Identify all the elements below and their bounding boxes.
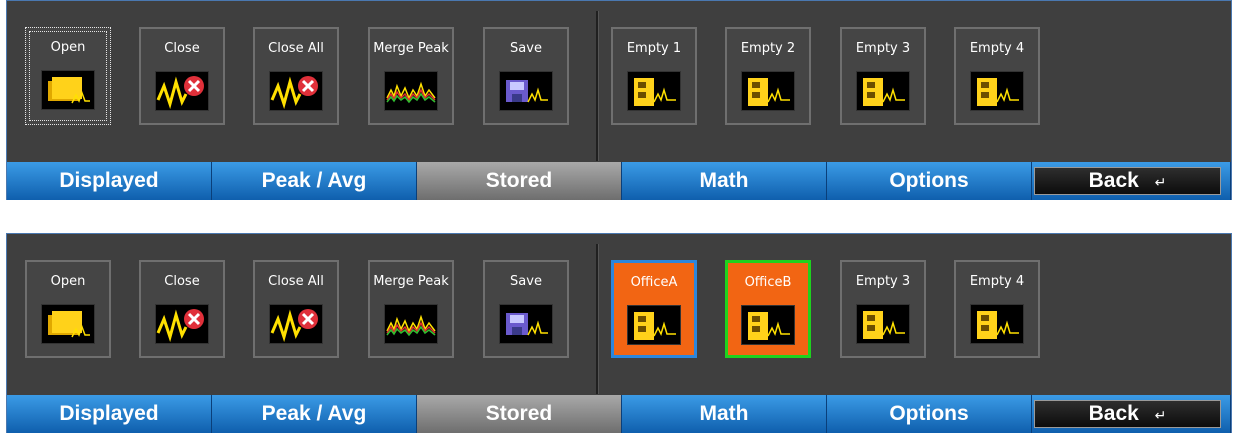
tab-displayed[interactable]: Displayed bbox=[7, 395, 212, 433]
bottom-tab-bar: Displayed Peak / Avg Stored Math Options… bbox=[7, 395, 1231, 433]
close-button[interactable]: Close bbox=[139, 260, 225, 358]
button-label: OfficeB bbox=[744, 275, 792, 290]
tab-options[interactable]: Options bbox=[827, 162, 1032, 200]
save-button[interactable]: Save bbox=[483, 260, 569, 358]
open-folder-icon bbox=[41, 70, 95, 110]
stored-panel-1: Open Close Close All Merge Peak Save Emp… bbox=[6, 0, 1232, 200]
button-label: Merge Peak bbox=[373, 274, 449, 289]
button-label: Save bbox=[510, 274, 542, 289]
tab-peak-avg[interactable]: Peak / Avg bbox=[212, 395, 417, 433]
storage-cabinet-icon bbox=[627, 71, 681, 111]
button-label: Empty 3 bbox=[855, 274, 911, 289]
tab-displayed[interactable]: Displayed bbox=[7, 162, 212, 200]
save-disk-icon bbox=[499, 304, 553, 344]
tab-peak-avg[interactable]: Peak / Avg bbox=[212, 162, 417, 200]
tab-stored[interactable]: Stored bbox=[417, 162, 622, 200]
close-trace-icon bbox=[155, 71, 209, 111]
button-label: Save bbox=[510, 41, 542, 56]
storage-cabinet-icon bbox=[741, 305, 795, 345]
toolbar: Open Close Close All Merge Peak Save bbox=[7, 1, 1231, 162]
open-folder-icon bbox=[41, 304, 95, 344]
merge-peak-button[interactable]: Merge Peak bbox=[368, 260, 454, 358]
stored-slot-3-button[interactable]: Empty 3 bbox=[840, 27, 926, 125]
tab-math[interactable]: Math bbox=[622, 162, 827, 200]
storage-cabinet-icon bbox=[856, 304, 910, 344]
stored-slot-officeb-button[interactable]: OfficeB bbox=[725, 260, 811, 358]
storage-cabinet-icon bbox=[856, 71, 910, 111]
open-button[interactable]: Open bbox=[25, 260, 111, 358]
stored-slot-2-button[interactable]: Empty 2 bbox=[725, 27, 811, 125]
save-disk-icon bbox=[499, 71, 553, 111]
stored-slot-officea-button[interactable]: OfficeA bbox=[611, 260, 697, 358]
button-label: Empty 1 bbox=[626, 41, 682, 56]
button-label: Merge Peak bbox=[373, 41, 449, 56]
button-label: Empty 4 bbox=[969, 41, 1025, 56]
merge-peak-icon bbox=[384, 304, 438, 344]
button-label: Empty 4 bbox=[969, 274, 1025, 289]
toolbar: Open Close Close All Merge Peak Save bbox=[7, 234, 1231, 395]
stored-slot-1-button[interactable]: Empty 1 bbox=[611, 27, 697, 125]
open-button[interactable]: Open bbox=[25, 27, 111, 125]
back-button[interactable]: Back ↵ bbox=[1034, 400, 1221, 428]
button-label: Open bbox=[50, 40, 86, 55]
back-button[interactable]: Back ↵ bbox=[1034, 167, 1221, 195]
merge-peak-button[interactable]: Merge Peak bbox=[368, 27, 454, 125]
stored-panel-2: Open Close Close All Merge Peak Save Off… bbox=[6, 233, 1232, 433]
button-label: OfficeA bbox=[630, 275, 678, 290]
close-all-button[interactable]: Close All bbox=[253, 260, 339, 358]
storage-cabinet-icon bbox=[970, 71, 1024, 111]
button-label: Open bbox=[50, 274, 86, 289]
close-button[interactable]: Close bbox=[139, 27, 225, 125]
button-label: Empty 3 bbox=[855, 41, 911, 56]
back-label: Back bbox=[1088, 402, 1139, 425]
stored-slot-4-button[interactable]: Empty 4 bbox=[954, 260, 1040, 358]
enter-icon: ↵ bbox=[1154, 407, 1167, 423]
enter-icon: ↵ bbox=[1154, 174, 1167, 190]
bottom-tab-bar: Displayed Peak / Avg Stored Math Options… bbox=[7, 162, 1231, 200]
button-label: Close All bbox=[268, 274, 324, 289]
stored-slot-4-button[interactable]: Empty 4 bbox=[954, 27, 1040, 125]
storage-cabinet-icon bbox=[627, 305, 681, 345]
close-all-button[interactable]: Close All bbox=[253, 27, 339, 125]
button-label: Empty 2 bbox=[740, 41, 796, 56]
back-label: Back bbox=[1088, 169, 1139, 192]
button-label: Close All bbox=[268, 41, 324, 56]
close-trace-icon bbox=[155, 304, 209, 344]
storage-cabinet-icon bbox=[741, 71, 795, 111]
tab-options[interactable]: Options bbox=[827, 395, 1032, 433]
close-all-trace-icon bbox=[269, 71, 323, 111]
toolbar-separator bbox=[596, 244, 599, 394]
button-label: Close bbox=[164, 274, 200, 289]
button-label: Close bbox=[164, 41, 200, 56]
merge-peak-icon bbox=[384, 71, 438, 111]
tab-stored[interactable]: Stored bbox=[417, 395, 622, 433]
stored-slot-3-button[interactable]: Empty 3 bbox=[840, 260, 926, 358]
save-button[interactable]: Save bbox=[483, 27, 569, 125]
close-all-trace-icon bbox=[269, 304, 323, 344]
tab-math[interactable]: Math bbox=[622, 395, 827, 433]
toolbar-separator bbox=[596, 11, 599, 161]
storage-cabinet-icon bbox=[970, 304, 1024, 344]
